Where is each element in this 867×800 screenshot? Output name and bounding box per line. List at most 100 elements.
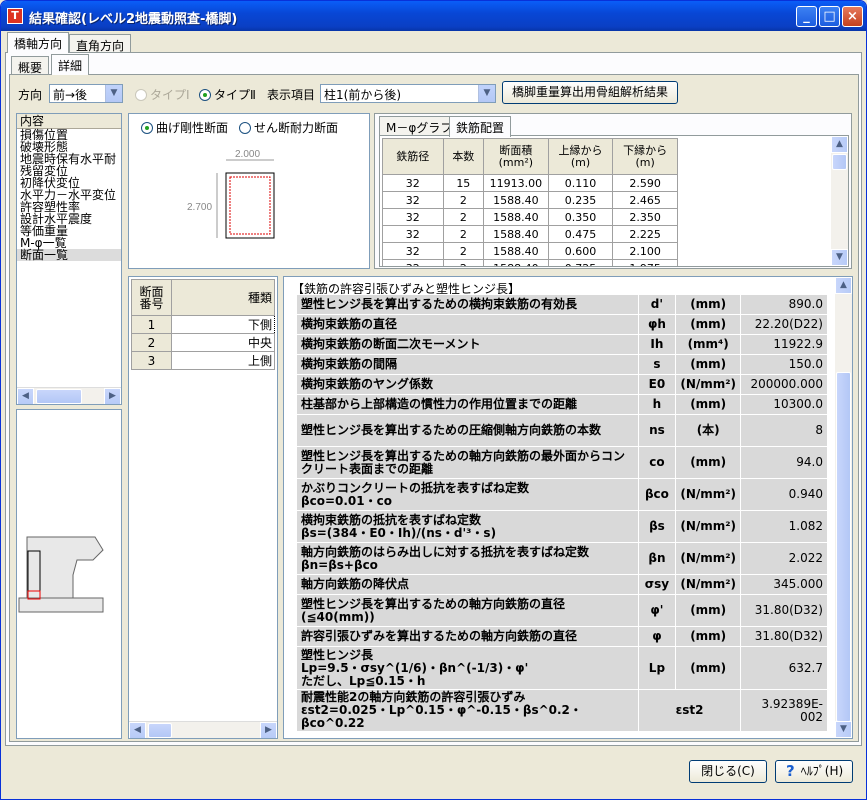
chevron-down-icon[interactable]: ▼ [831, 249, 848, 266]
table-cell: 32 [382, 191, 444, 209]
help-button[interactable]: ? ﾍﾙﾌﾟ(H) [775, 760, 853, 783]
table-row[interactable]: 2 中央 [131, 333, 275, 352]
table-row[interactable]: 横拘束鉄筋の抵抗を表すばね定数 βs=(384・E0・Ih)/(ns・d'³・s)… [296, 510, 828, 543]
section-no: 2 [131, 333, 172, 352]
result-value: 200000.000 [740, 374, 828, 395]
table-cell: 2 [442, 191, 485, 209]
bending-radio[interactable]: 曲げ剛性断面 [141, 119, 228, 136]
section-no: 3 [131, 351, 172, 370]
chevron-left-icon[interactable]: ◀ [17, 388, 34, 404]
tab-bridge-axis[interactable]: 橋軸方向 [7, 32, 70, 53]
contents-list[interactable]: 内容 損傷位置 破壊形態 地震時保有水平耐 残留変位 初降伏変位 水平力－水平変… [16, 113, 122, 405]
table-row[interactable]: 柱基部から上部構造の慣性力の作用位置までの距離 h (mm) 10300.0 [296, 394, 828, 415]
tab-detail[interactable]: 詳細 [51, 54, 90, 75]
chevron-up-icon[interactable]: ▲ [835, 277, 852, 294]
title-bar[interactable]: T 結果確認(レベル2地震動照査-橋脚) _ □ × [1, 1, 866, 31]
scroll-thumb[interactable] [36, 389, 82, 404]
type2-radio[interactable]: タイプⅡ [199, 86, 256, 103]
result-name: 横拘束鉄筋の間隔 [296, 354, 639, 375]
close-button[interactable]: 閉じる(C) [689, 760, 767, 783]
table-row[interactable]: 許容引張ひずみを算出するための軸方向鉄筋の直径 φ (mm) 31.80(D32) [296, 626, 828, 647]
result-name: 軸方向鉄筋のはらみ出しに対する抵抗を表すばね定数 βn=βs+βco [296, 542, 639, 575]
table-cell: 2 [442, 259, 485, 266]
result-symbol: βs [637, 510, 677, 543]
list-item-selected[interactable]: 断面一覧 [17, 249, 121, 261]
result-name-text: 塑性ヒンジ長 [301, 647, 374, 662]
result-value: 31.80(D32) [740, 626, 828, 647]
type1-label: タイプⅠ [150, 88, 190, 102]
table-row[interactable]: 塑性ヒンジ長を算出するための軸方向鉄筋の最外面からコンクリート表面までの距離 co… [296, 446, 828, 479]
table-cell: 2 [442, 208, 485, 226]
table-row[interactable]: 軸方向鉄筋のはらみ出しに対する抵抗を表すばね定数 βn=βs+βco βn (N/mm… [296, 542, 828, 575]
table-row[interactable]: 塑性ヒンジ長を算出するための圧縮側軸方向鉄筋の本数 ns (本) 8 [296, 414, 828, 447]
result-symbol: E0 [637, 374, 677, 395]
table-cell: 1588.40 [483, 191, 549, 209]
chevron-right-icon[interactable]: ▶ [104, 388, 121, 404]
table-row[interactable]: 横拘束鉄筋のヤング係数 E0 (N/mm²) 200000.000 [296, 374, 828, 395]
result-name-text: 横拘束鉄筋の抵抗を表すばね定数 [301, 512, 482, 527]
table-row[interactable]: 1 下側 [131, 315, 275, 334]
table-cell: 32 [382, 242, 444, 260]
shear-radio[interactable]: せん断耐力断面 [239, 119, 338, 136]
table-row[interactable]: 塑性ヒンジ長を算出するための横拘束鉄筋の有効長 d' (mm) 890.0 [296, 294, 828, 315]
table-row[interactable]: 耐震性能2の軸方向鉄筋の許容引張ひずみ εst2=0.025・Lp^0.15・φ^… [296, 689, 828, 732]
result-unit: (mm) [675, 394, 742, 415]
table-row[interactable]: 横拘束鉄筋の直径 φh (mm) 22.20(D22) [296, 314, 828, 335]
result-name-text: 塑性ヒンジ長を算出するための軸方向鉄筋の最外面からコンクリート表面までの距離 [301, 448, 626, 476]
type1-radio[interactable]: タイプⅠ [135, 86, 190, 103]
result-unit: (N/mm²) [675, 374, 742, 395]
table-row[interactable]: 3221588.400.7251.975 [382, 259, 678, 266]
table-row[interactable]: 32 2 1588.40 0.475 2.225 [382, 225, 678, 243]
scroll-thumb[interactable] [148, 723, 172, 738]
table-row[interactable]: 3 上側 [131, 351, 275, 370]
table-row[interactable]: 32 15 11913.00 0.110 2.590 [382, 174, 678, 192]
table-row[interactable]: 32 2 1588.40 0.235 2.465 [382, 191, 678, 209]
table-row[interactable]: 32 2 1588.40 0.600 2.100 [382, 242, 678, 260]
frame-analysis-button[interactable]: 橋脚重量算出用骨組解析結果 [502, 81, 678, 104]
chevron-down-icon[interactable]: ▼ [835, 721, 852, 738]
table-row[interactable]: 横拘束鉄筋の断面二次モーメント Ih (mm⁴) 11922.9 [296, 334, 828, 355]
table-cell: 1.975 [612, 259, 678, 266]
rebar-vscrollbar[interactable]: ▲ ▼ [831, 136, 848, 266]
display-item-label: 表示項目 [267, 88, 316, 102]
contents-hscrollbar[interactable]: ◀ ▶ [17, 387, 121, 404]
result-symbol: d' [637, 294, 677, 315]
result-symbol: ns [637, 414, 677, 447]
result-name-text: 塑性ヒンジ長を算出するための圧縮側軸方向鉄筋の本数 [301, 423, 602, 437]
table-row[interactable]: 塑性ヒンジ長を算出するための軸方向鉄筋の直径(≦40(mm)) φ' (mm) 31.… [296, 594, 828, 627]
direction-value: 前→後 [53, 88, 88, 102]
results-vscrollbar[interactable]: ▲ ▼ [835, 277, 852, 738]
table-row[interactable]: 軸方向鉄筋の降伏点 σsy (N/mm²) 345.000 [296, 574, 828, 595]
result-value: 890.0 [740, 294, 828, 315]
result-value: 8 [740, 414, 828, 447]
shear-label: せん断耐力断面 [254, 121, 339, 135]
maximize-button[interactable]: □ [819, 6, 840, 27]
table-row[interactable]: 塑性ヒンジ長 Lp=9.5・σsy^(1/6)・βn^(-1/3)・φ' ただし、L… [296, 646, 828, 690]
section-view: 曲げ剛性断面 せん断耐力断面 2.000 2.700 [128, 113, 370, 269]
table-row[interactable]: 32 2 1588.40 0.350 2.350 [382, 208, 678, 226]
scroll-thumb[interactable] [832, 154, 847, 170]
tab-overview[interactable]: 概要 [11, 56, 50, 75]
tab-perpendicular[interactable]: 直角方向 [69, 34, 132, 53]
table-cell: 0.110 [547, 174, 614, 192]
scroll-thumb[interactable] [836, 372, 851, 722]
col-section-no: 断面 番号 [131, 279, 172, 316]
section-hscrollbar[interactable]: ◀ ▶ [129, 721, 277, 738]
direction-select[interactable]: 前→後 ▼ [49, 84, 123, 103]
chevron-up-icon[interactable]: ▲ [831, 136, 848, 153]
result-unit: (N/mm²) [675, 510, 742, 543]
chevron-left-icon[interactable]: ◀ [129, 722, 146, 738]
minimize-button[interactable]: _ [796, 6, 817, 27]
col-diameter: 鉄筋径 [382, 138, 444, 175]
display-item-select[interactable]: 柱1(前から後) ▼ [320, 84, 496, 103]
table-row[interactable]: かぶりコンクリートの抵抗を表すばね定数 βco=0.01・co βco (N/mm²)… [296, 478, 828, 511]
tab-rebar-layout[interactable]: 鉄筋配置 [449, 116, 512, 137]
close-window-button[interactable]: × [842, 6, 863, 27]
table-row[interactable]: 横拘束鉄筋の間隔 s (mm) 150.0 [296, 354, 828, 375]
result-formula: βco=0.01・co [301, 493, 392, 508]
table-cell: 0.350 [547, 208, 614, 226]
table-cell: 1588.40 [483, 208, 549, 226]
result-value: 1.082 [740, 510, 828, 543]
chevron-right-icon[interactable]: ▶ [260, 722, 277, 738]
tab-m-phi-graph[interactable]: M－φグラフ [379, 116, 460, 135]
